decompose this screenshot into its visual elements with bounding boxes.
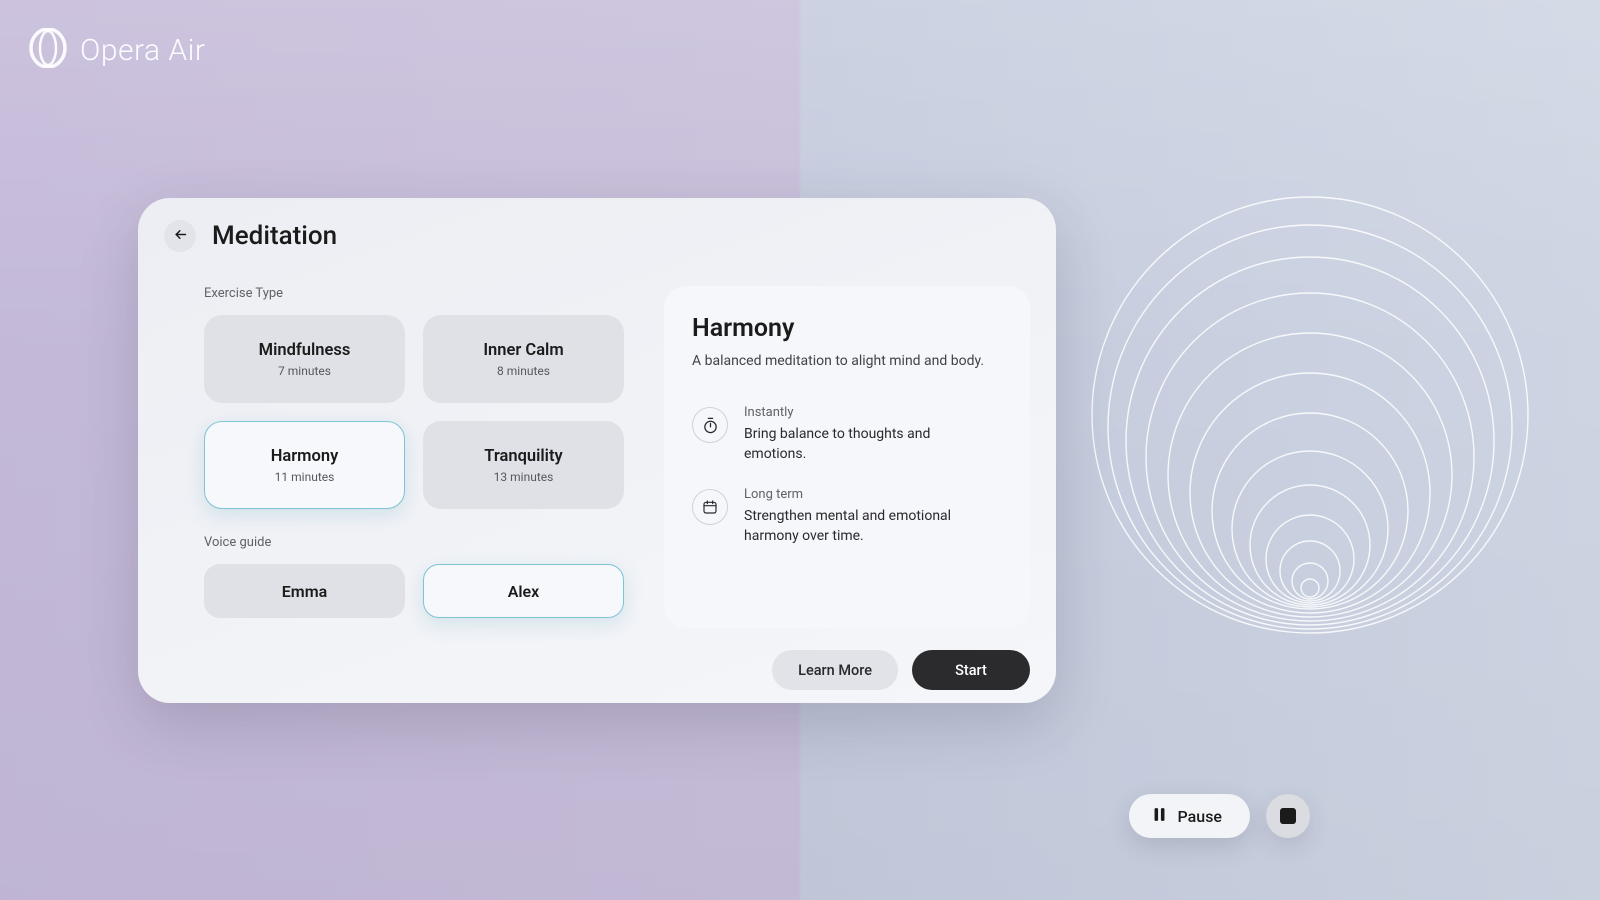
stopwatch-icon: [692, 407, 728, 443]
pause-button[interactable]: Pause: [1129, 794, 1250, 838]
opera-logo-icon: [28, 28, 68, 72]
brand-name: Opera Air: [80, 33, 205, 68]
learn-more-button[interactable]: Learn More: [772, 650, 898, 690]
pause-label: Pause: [1178, 807, 1222, 826]
calendar-icon: [692, 489, 728, 525]
start-button[interactable]: Start: [912, 650, 1030, 690]
detail-title: Harmony: [692, 314, 1002, 343]
stop-icon: [1280, 808, 1296, 824]
benefit-longterm: Long term Strengthen mental and emotiona…: [692, 487, 1002, 547]
detail-panel: Harmony A balanced meditation to alight …: [664, 286, 1030, 628]
benefit-text: Strengthen mental and emotional harmony …: [744, 506, 994, 547]
benefit-label: Instantly: [744, 405, 994, 420]
voice-option-emma[interactable]: Emma: [204, 564, 405, 618]
type-duration: 13 minutes: [494, 470, 554, 484]
brand: Opera Air: [28, 28, 205, 72]
exercise-type-inner-calm[interactable]: Inner Calm 8 minutes: [423, 315, 624, 403]
voice-name: Alex: [508, 582, 540, 601]
voice-name: Emma: [282, 582, 327, 601]
meditation-card: Meditation Exercise Type Mindfulness 7 m…: [138, 198, 1056, 703]
voice-option-alex[interactable]: Alex: [423, 564, 624, 618]
decorative-orb: [1080, 195, 1540, 635]
type-duration: 7 minutes: [278, 364, 331, 378]
exercise-type-tranquility[interactable]: Tranquility 13 minutes: [423, 421, 624, 509]
type-name: Tranquility: [484, 447, 562, 466]
type-name: Harmony: [271, 447, 339, 466]
voice-guide-label: Voice guide: [204, 535, 624, 550]
type-name: Inner Calm: [483, 341, 563, 360]
arrow-left-icon: [173, 227, 188, 246]
page-title: Meditation: [212, 221, 337, 251]
exercise-type-harmony[interactable]: Harmony 11 minutes: [204, 421, 405, 509]
benefit-instant: Instantly Bring balance to thoughts and …: [692, 405, 1002, 465]
type-name: Mindfulness: [259, 341, 351, 360]
type-duration: 11 minutes: [275, 470, 335, 484]
exercise-type-label: Exercise Type: [204, 286, 624, 301]
detail-subtitle: A balanced meditation to alight mind and…: [692, 353, 1002, 369]
pause-icon: [1151, 806, 1168, 827]
stop-button[interactable]: [1266, 794, 1310, 838]
type-duration: 8 minutes: [497, 364, 550, 378]
exercise-type-mindfulness[interactable]: Mindfulness 7 minutes: [204, 315, 405, 403]
back-button[interactable]: [164, 220, 196, 252]
benefit-text: Bring balance to thoughts and emotions.: [744, 424, 994, 465]
benefit-label: Long term: [744, 487, 994, 502]
